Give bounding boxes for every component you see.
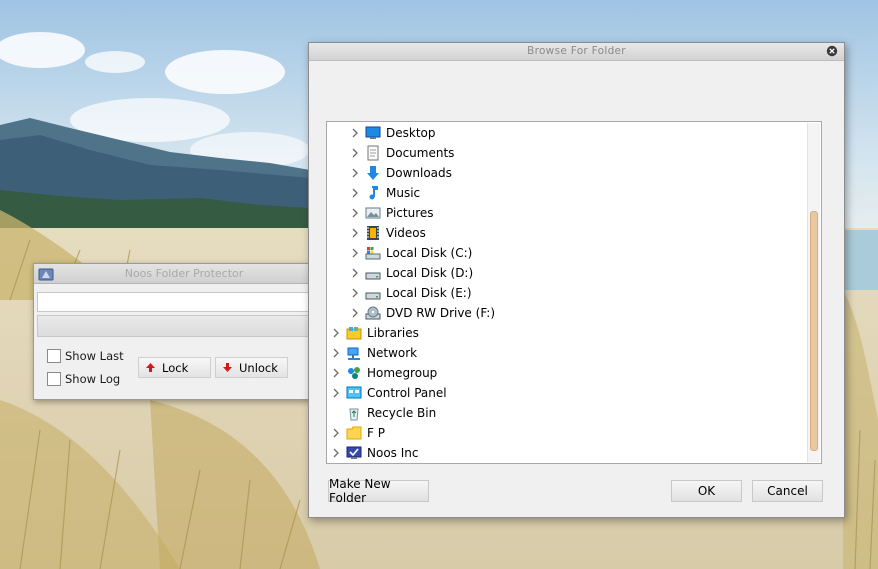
recycle-bin-icon — [349, 408, 359, 421]
tree-item[interactable]: Local Disk (E:) — [347, 283, 472, 303]
chevron-right-icon[interactable] — [347, 285, 363, 301]
chevron-right-icon[interactable] — [328, 445, 344, 461]
tree-item[interactable]: Videos — [347, 223, 426, 243]
unlock-button[interactable]: Unlock — [215, 357, 288, 378]
noos-folder-protector-window: Noos Folder Protector Show Last Show Log… — [33, 263, 335, 400]
vertical-scrollbar[interactable] — [807, 123, 820, 462]
chevron-right-icon[interactable] — [328, 385, 344, 401]
tree-item-label: Control Panel — [367, 386, 447, 400]
chevron-right-icon[interactable] — [347, 145, 363, 161]
tree-item-label: Desktop — [386, 126, 436, 140]
desktop-icon — [365, 126, 381, 139]
tree-item-label: F P — [367, 426, 385, 440]
drive-icon — [365, 292, 381, 300]
chevron-right-icon[interactable] — [328, 325, 344, 341]
homegroup-icon — [348, 367, 360, 379]
documents-icon — [367, 145, 379, 161]
tree-item-label: Libraries — [367, 326, 419, 340]
progress-bar — [37, 315, 329, 337]
tree-item[interactable]: Control Panel — [328, 383, 447, 403]
tree-item-label: Local Disk (E:) — [386, 286, 472, 300]
nfp-titlebar[interactable]: Noos Folder Protector — [34, 264, 334, 284]
tree-item-label: Music — [386, 186, 421, 200]
show-last-label: Show Last — [65, 349, 124, 363]
pictures-icon — [365, 207, 381, 219]
show-last-checkbox[interactable]: Show Last — [47, 349, 124, 363]
tree-item[interactable]: Local Disk (D:) — [347, 263, 473, 283]
tree-item[interactable]: Local Disk (C:) — [347, 243, 472, 263]
chevron-right-icon[interactable] — [347, 245, 363, 261]
tree-item-label: Noos Inc — [367, 446, 419, 460]
scrollbar-thumb[interactable] — [810, 211, 818, 451]
chevron-right-icon[interactable] — [347, 205, 363, 221]
bff-titlebar[interactable]: Browse For Folder — [309, 43, 844, 61]
ok-label: OK — [697, 484, 716, 498]
chevron-right-icon[interactable] — [328, 345, 344, 361]
tree-item-label: Network — [367, 346, 418, 360]
show-log-label: Show Log — [65, 372, 121, 386]
chevron-right-icon[interactable] — [328, 425, 344, 441]
tree-item-label: Local Disk (D:) — [386, 266, 474, 280]
bff-dialog-title: Browse For Folder — [527, 45, 626, 57]
tree-item[interactable]: F P — [328, 423, 385, 443]
dvd-drive-icon — [365, 306, 381, 320]
music-icon — [369, 186, 378, 200]
tree-item-label: Documents — [386, 146, 455, 160]
noos-inc-icon — [346, 446, 362, 459]
tree-item[interactable]: Homegroup — [328, 363, 437, 383]
network-icon — [347, 347, 360, 360]
tree-item-label: Homegroup — [367, 366, 438, 380]
chevron-right-icon[interactable] — [347, 305, 363, 321]
unlock-button-label: Unlock — [239, 360, 278, 375]
folder-path-input[interactable] — [37, 292, 329, 312]
tree-item-label: DVD RW Drive (F:) — [386, 306, 496, 320]
folder-tree[interactable]: Desktop Documents Downloads Music Pictures Vi… — [326, 121, 822, 464]
tree-item[interactable]: Recycle Bin — [328, 403, 436, 423]
tree-item-label: Videos — [386, 226, 426, 240]
tree-item-label: Downloads — [386, 166, 452, 180]
tree-item[interactable]: DVD RW Drive (F:) — [347, 303, 495, 323]
cancel-label: Cancel — [767, 484, 808, 498]
lock-button[interactable]: Lock — [138, 357, 211, 378]
ok-button[interactable]: OK — [671, 480, 742, 502]
lock-button-label: Lock — [162, 360, 189, 375]
system-drive-icon — [365, 247, 381, 260]
chevron-right-icon[interactable] — [328, 365, 344, 381]
libraries-icon — [346, 327, 362, 340]
tree-item[interactable]: Pictures — [347, 203, 434, 223]
arrow-up-icon — [146, 363, 155, 372]
tree-item-label: Local Disk (C:) — [386, 246, 473, 260]
tree-item[interactable]: Documents — [347, 143, 454, 163]
show-log-checkbox[interactable]: Show Log — [47, 372, 120, 386]
make-new-folder-button[interactable]: Make New Folder — [328, 477, 429, 505]
make-new-folder-label: Make New Folder — [329, 477, 391, 505]
cancel-button[interactable]: Cancel — [752, 480, 823, 502]
control-panel-icon — [346, 386, 362, 399]
browse-for-folder-dialog: Browse For Folder Desktop Documents Downlo… — [308, 42, 845, 518]
tree-item[interactable]: Desktop — [347, 123, 436, 143]
close-icon[interactable] — [826, 45, 838, 57]
tree-item-label: Pictures — [386, 206, 434, 220]
downloads-icon — [367, 166, 379, 180]
arrow-down-icon — [223, 363, 232, 372]
tree-item[interactable]: Noos Inc — [328, 443, 418, 463]
chevron-right-icon[interactable] — [347, 225, 363, 241]
show-last-checkbox-box[interactable] — [47, 349, 61, 363]
show-log-checkbox-box[interactable] — [47, 372, 61, 386]
videos-icon — [367, 226, 379, 240]
tree-item[interactable]: Libraries — [328, 323, 419, 343]
chevron-right-icon[interactable] — [347, 265, 363, 281]
tree-item[interactable]: Network — [328, 343, 417, 363]
tree-item[interactable]: Downloads — [347, 163, 452, 183]
tree-item[interactable]: Music — [347, 183, 420, 203]
nfp-window-title: Noos Folder Protector — [124, 267, 244, 280]
drive-icon — [365, 272, 381, 280]
chevron-right-icon[interactable] — [347, 165, 363, 181]
folder-icon — [346, 426, 362, 440]
chevron-placeholder — [328, 405, 344, 421]
chevron-right-icon[interactable] — [347, 125, 363, 141]
tree-item-label: Recycle Bin — [367, 406, 437, 420]
chevron-right-icon[interactable] — [347, 185, 363, 201]
